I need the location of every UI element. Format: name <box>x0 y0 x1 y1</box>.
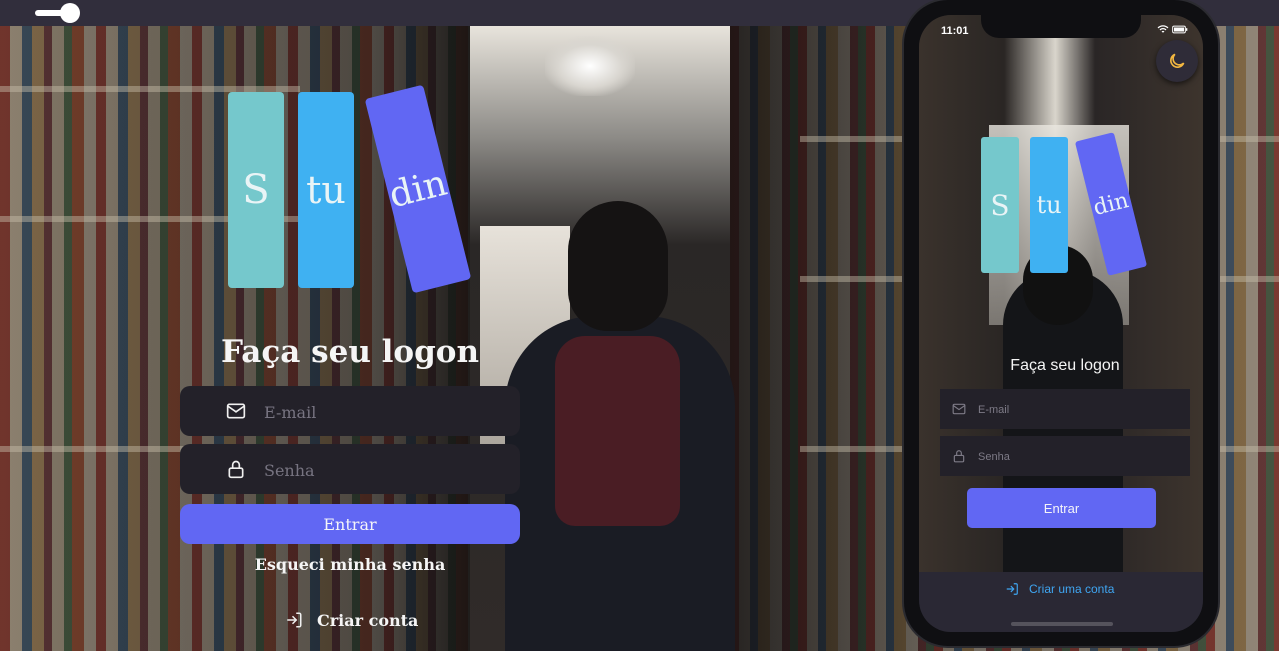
status-icons <box>1157 25 1188 37</box>
person-head <box>568 201 668 331</box>
forgot-password-link[interactable]: Esqueci minha senha <box>180 555 520 574</box>
password-input[interactable] <box>262 456 506 484</box>
phone-logo-letter: S <box>990 188 1010 222</box>
logo-letter: din <box>385 162 451 216</box>
wifi-icon <box>1157 25 1169 33</box>
lock-icon <box>228 460 244 479</box>
ceiling-light <box>545 36 635 96</box>
moon-icon <box>1170 53 1185 68</box>
mail-icon <box>226 403 246 419</box>
login-button[interactable]: Entrar <box>180 504 520 544</box>
logo-book-tu: tu <box>298 92 354 288</box>
password-field[interactable] <box>180 444 520 494</box>
email-input[interactable] <box>262 398 506 426</box>
phone-footer: Criar uma conta <box>919 572 1203 632</box>
lock-icon <box>953 450 965 463</box>
phone-password-input[interactable] <box>976 447 1180 467</box>
battery-icon <box>1171 25 1188 34</box>
page-title: Faça seu logon <box>220 334 479 370</box>
phone-email-input[interactable] <box>976 400 1180 420</box>
phone-logo-book-tu: tu <box>1030 137 1068 273</box>
toggle-knob[interactable] <box>60 3 80 23</box>
theme-button[interactable] <box>1156 40 1198 82</box>
phone-logo-letter: din <box>1090 187 1132 221</box>
phone-password-field[interactable] <box>940 436 1190 476</box>
logo-letter: S <box>242 167 270 213</box>
create-account-link[interactable]: Criar conta <box>285 609 418 631</box>
phone-email-field[interactable] <box>940 389 1190 429</box>
mail-icon <box>952 403 966 415</box>
phone-screen: 11:01 S tu din Faça seu logon E-mail Ent… <box>919 15 1203 632</box>
home-indicator <box>1011 622 1113 626</box>
phone-page-title: Faça seu logon <box>1010 357 1120 374</box>
email-field[interactable] <box>180 386 520 436</box>
status-time: 11:01 <box>941 25 969 37</box>
logo-book-s: S <box>228 92 284 288</box>
phone-logo-book-s: S <box>981 137 1019 273</box>
phone-logo-letter: tu <box>1036 191 1062 219</box>
theme-toggle[interactable] <box>35 3 80 23</box>
backpack <box>555 336 680 526</box>
phone-login-button[interactable]: Entrar <box>967 488 1156 528</box>
phone-create-account-link[interactable]: Criar uma conta <box>1005 582 1114 596</box>
phone-mockup: 11:01 S tu din Faça seu logon E-mail Ent… <box>904 0 1218 646</box>
phone-notch <box>981 15 1141 38</box>
log-in-icon <box>1006 583 1018 595</box>
logo-letter: tu <box>306 168 346 212</box>
phone-create-account-label: Criar uma conta <box>1029 582 1115 596</box>
log-in-icon <box>287 612 302 628</box>
create-account-label: Criar conta <box>317 610 419 630</box>
